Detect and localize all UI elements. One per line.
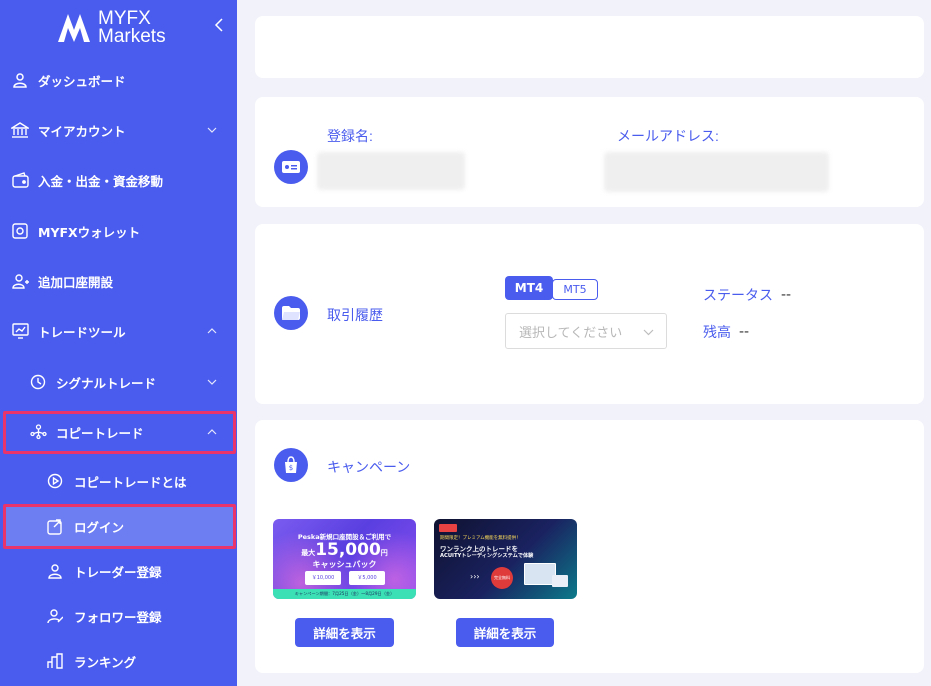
safe-icon: [11, 222, 29, 240]
ranking-icon: [46, 652, 64, 670]
wallet-icon: [11, 171, 29, 189]
sidebar-item-label: マイアカウント: [38, 123, 126, 139]
banner-sub2: ￥5,000: [349, 571, 385, 585]
sidebar-item-my-account[interactable]: マイアカウント: [0, 110, 237, 150]
profile-card: 登録名: メールアドレス:: [255, 97, 924, 207]
bank-icon: [11, 121, 29, 139]
svg-text:$: $: [289, 464, 293, 472]
banner-headline: 期間限定！プレミアム機能を無料提供！: [440, 536, 521, 541]
banner-1-details-button[interactable]: 詳細を表示: [295, 618, 394, 647]
campaign-banner-acuity[interactable]: 期間限定！プレミアム機能を無料提供！ ワンランク上のトレードを ACUITYトレ…: [434, 519, 577, 599]
status-row: ステータス --: [703, 285, 791, 305]
banner-2-details-button[interactable]: 詳細を表示: [456, 618, 554, 647]
status-value: --: [781, 287, 792, 303]
follower-icon: [46, 607, 64, 625]
sidebar-item-label: シグナルトレード: [56, 375, 157, 391]
banner-cashback: キャッシュバック: [312, 560, 377, 569]
myfx-logo-icon: [58, 14, 90, 42]
sidebar-item-funds[interactable]: 入金・出金・資金移動: [0, 160, 237, 200]
balance-value: --: [739, 324, 750, 340]
banner-period: キャンペーン期間：7月25日（金）～8月29日（金）: [273, 589, 416, 599]
banner-headline-3: ACUITYトレーディングシステムで体験: [440, 553, 534, 559]
account-select-placeholder: 選択してください: [519, 325, 623, 341]
gift-bag-icon: $: [274, 448, 308, 482]
chevron-down-icon: [643, 325, 654, 340]
campaign-banner-peska[interactable]: Peska新規口座開設＆ご利用で 最大15,000円 キャッシュバック ￥10,…: [273, 519, 416, 599]
sidebar-item-about-copy-trade[interactable]: コピートレードとは: [0, 461, 237, 501]
chart-icon: [11, 322, 29, 340]
sidebar-item-label: 入金・出金・資金移動: [38, 173, 164, 189]
sidebar-item-dashboard[interactable]: ダッシュボード: [0, 60, 237, 100]
sidebar-item-ranking[interactable]: ランキング: [0, 641, 237, 681]
registered-name-value-redacted: [317, 152, 465, 190]
email-value-redacted: [604, 152, 829, 192]
brand-logo[interactable]: MYFX Markets: [54, 6, 166, 50]
sidebar-item-label: トレーダー登録: [74, 564, 162, 580]
sidebar-item-label: ランキング: [74, 654, 137, 670]
chevron-down-icon: [205, 375, 219, 389]
registered-name-label: 登録名:: [327, 128, 373, 144]
balance-label: 残高: [703, 324, 731, 340]
account-select[interactable]: 選択してください: [505, 313, 667, 349]
brand-name: MYFX Markets: [98, 8, 166, 47]
highlight-login: [3, 504, 236, 549]
banner-sub1: ￥10,000: [305, 571, 341, 585]
sidebar-item-label: 追加口座開設: [38, 274, 114, 290]
sidebar-item-trade-tools[interactable]: トレードツール: [0, 311, 237, 351]
user-add-icon: [11, 272, 29, 290]
sidebar-item-myfx-wallet[interactable]: MYFXウォレット: [0, 211, 237, 251]
sidebar-item-add-account[interactable]: 追加口座開設: [0, 261, 237, 301]
sidebar-item-label: ダッシュボード: [38, 73, 126, 89]
email-label: メールアドレス:: [617, 128, 719, 144]
tab-mt4[interactable]: MT4: [505, 276, 553, 300]
highlight-copy-trade: [3, 411, 236, 454]
sidebar-item-trader-registration[interactable]: トレーダー登録: [0, 551, 237, 591]
sidebar-item-label: トレードツール: [38, 324, 126, 340]
user-icon: [11, 71, 29, 89]
sidebar: MYFX Markets ダッシュボード マイアカウント 入金・出金・資金移動 …: [0, 0, 237, 686]
laptop-image: [552, 575, 568, 587]
id-card-icon: [274, 150, 308, 184]
chevron-up-icon: [205, 324, 219, 338]
sidebar-item-label: フォロワー登録: [74, 609, 162, 625]
banner-tag: [439, 524, 457, 532]
balance-row: 残高 --: [703, 322, 749, 342]
banner-amount-row: 最大15,000円: [301, 540, 388, 560]
campaign-title: キャンペーン: [327, 459, 411, 475]
sidebar-item-signal-trade[interactable]: シグナルトレード: [0, 362, 237, 402]
status-label: ステータス: [703, 287, 773, 303]
campaign-card: $ キャンペーン Peska新規口座開設＆ご利用で 最大15,000円 キャッシ…: [255, 420, 924, 673]
header-card: [255, 16, 924, 78]
arrows-icon: ›››: [470, 572, 480, 581]
trader-icon: [46, 562, 64, 580]
collapse-sidebar-icon[interactable]: [214, 17, 228, 35]
trading-history-title: 取引履歴: [327, 307, 383, 323]
sidebar-item-label: コピートレードとは: [74, 474, 187, 490]
trading-history-card: 取引履歴 MT4 MT5 選択してください ステータス -- 残高 --: [255, 224, 924, 404]
sidebar-item-follower-registration[interactable]: フォロワー登録: [0, 596, 237, 636]
signal-icon: [29, 373, 47, 391]
sidebar-item-label: MYFXウォレット: [38, 224, 141, 240]
tab-mt5[interactable]: MT5: [552, 279, 598, 300]
play-icon: [46, 472, 64, 490]
chevron-down-icon: [205, 123, 219, 137]
banner-badge: 完全無料: [491, 567, 513, 589]
folder-icon: [274, 296, 308, 330]
